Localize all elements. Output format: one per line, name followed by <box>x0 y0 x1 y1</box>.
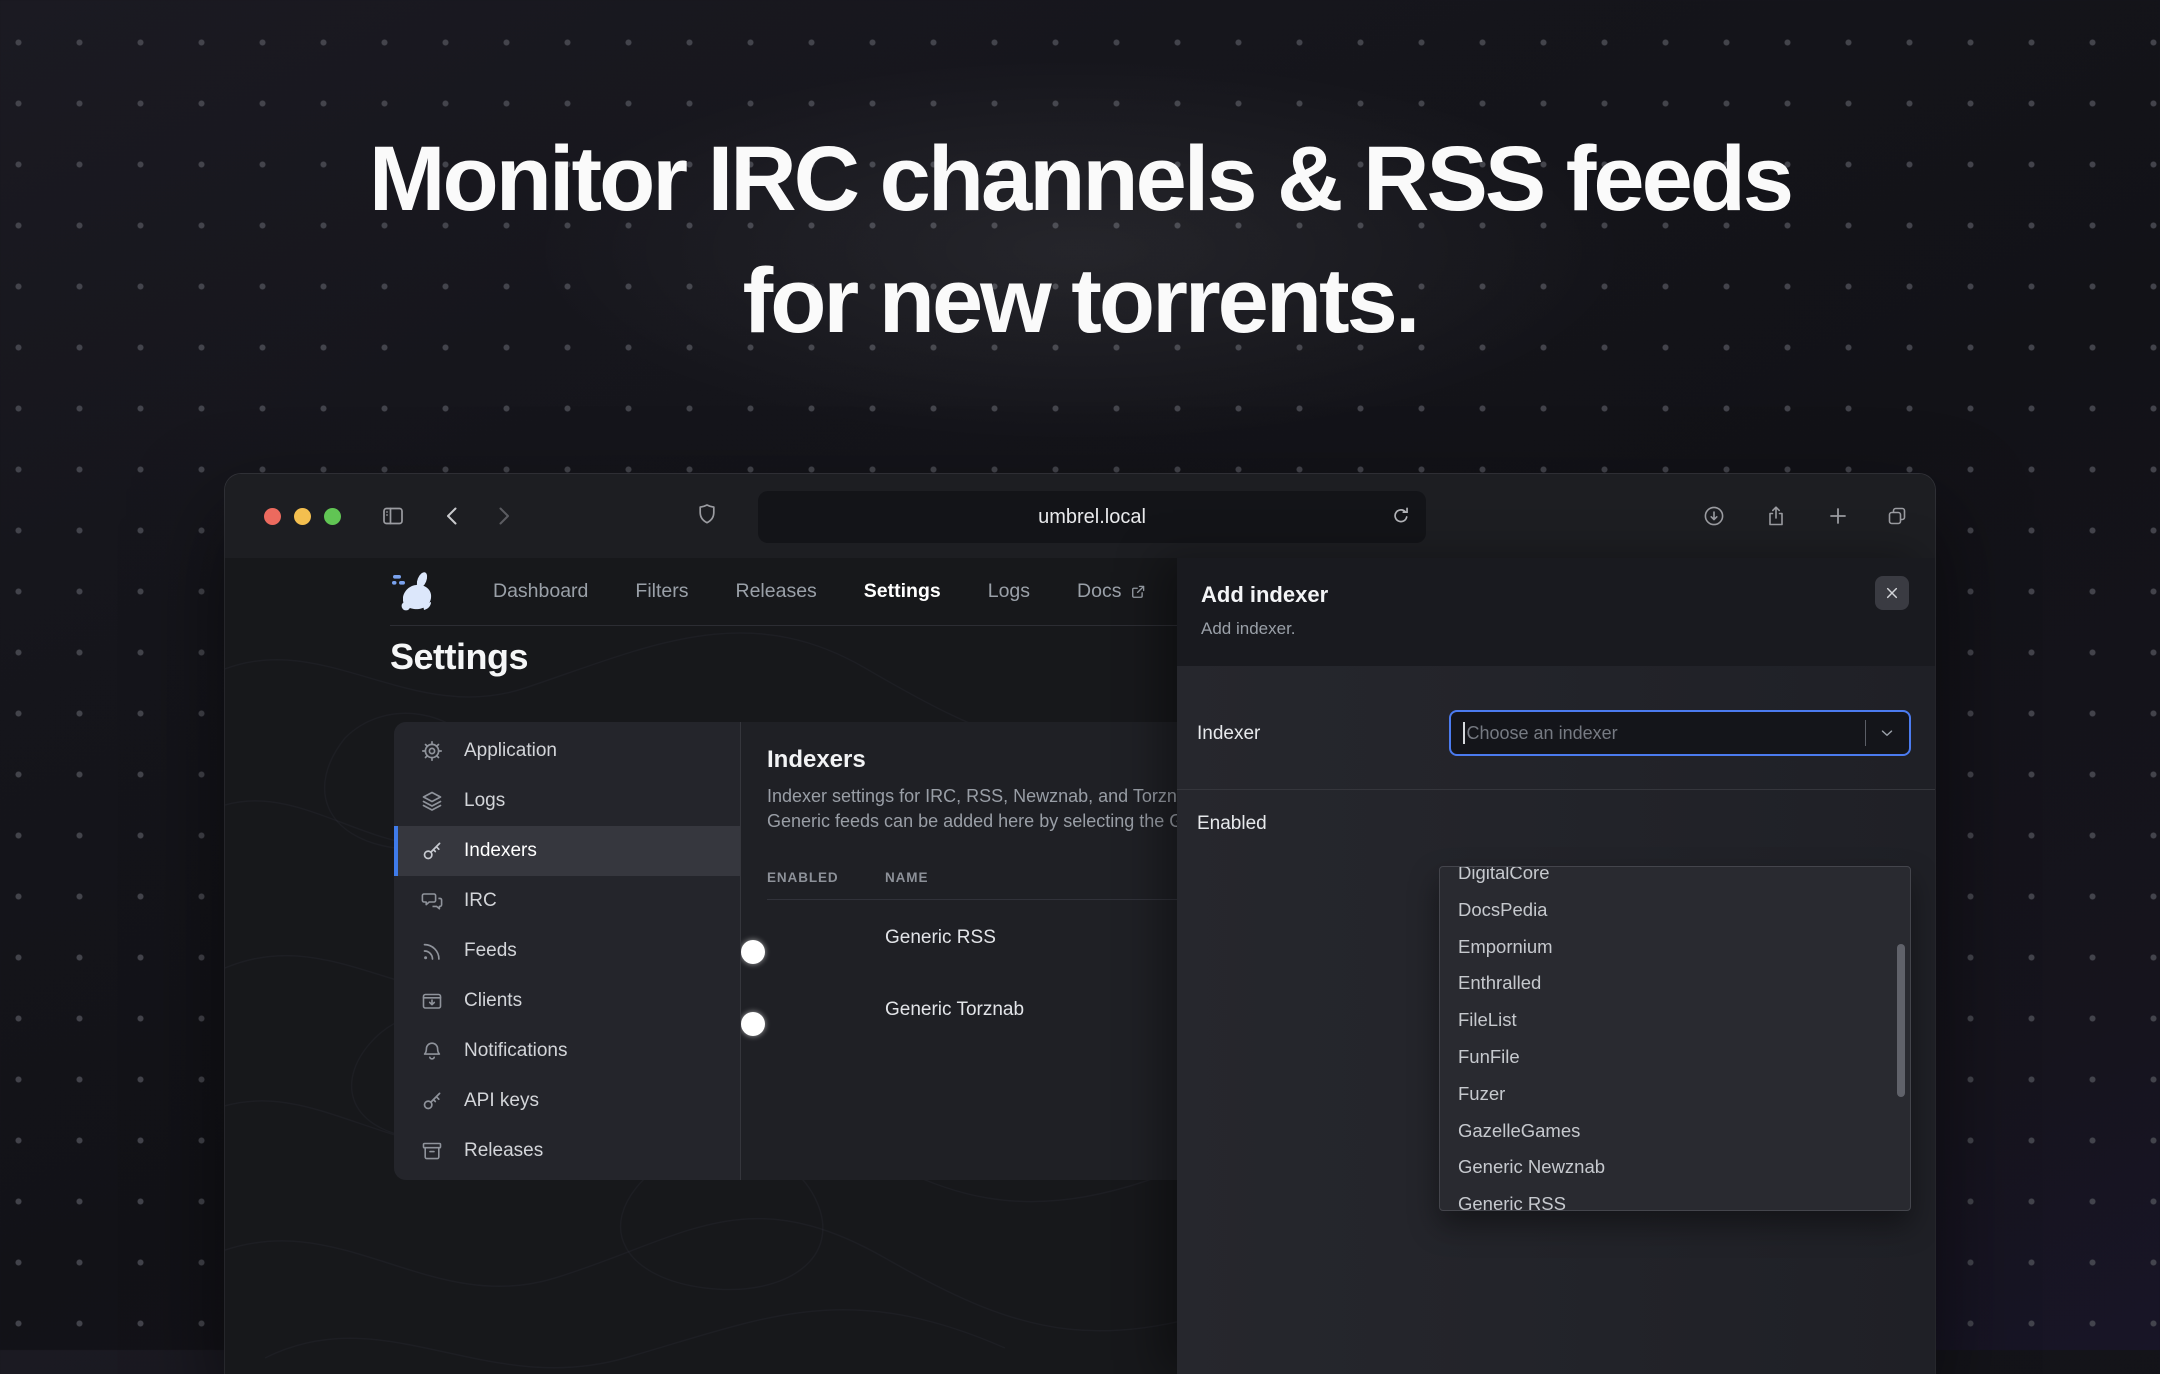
dropdown-option[interactable]: FunFile <box>1440 1039 1910 1076</box>
dropdown-option[interactable]: Enthralled <box>1440 965 1910 1002</box>
sidebar-label: Feeds <box>464 940 517 961</box>
dropdown-option[interactable]: Empornium <box>1440 929 1910 966</box>
rss-icon <box>423 943 440 960</box>
sidebar-label: Logs <box>464 790 506 811</box>
bell-icon <box>423 1042 441 1060</box>
add-indexer-modal: Add indexer Add indexer. Indexer Enable <box>1177 558 1935 1374</box>
indexer-name: Generic Torznab <box>885 998 1025 1020</box>
nav-docs-label: Docs <box>1077 580 1122 602</box>
text-caret <box>1463 722 1465 744</box>
archive-icon <box>422 1142 442 1160</box>
nav-dashboard[interactable]: Dashboard <box>493 580 588 603</box>
sidebar-item-notifications[interactable]: Notifications <box>394 1026 740 1076</box>
dropdown-option[interactable]: DigitalCore <box>1440 867 1910 892</box>
settings-sidebar: Application Logs Indexers IRC Feeds Clie… <box>394 722 740 1180</box>
chat-icon <box>421 893 443 910</box>
new-tab-icon[interactable] <box>1826 504 1850 528</box>
sidebar-toggle-icon[interactable] <box>381 504 405 528</box>
indexer-combobox[interactable] <box>1449 710 1911 756</box>
sidebar-item-irc[interactable]: IRC <box>394 876 740 926</box>
dropdown-option[interactable]: FileList <box>1440 1002 1910 1039</box>
close-window-button[interactable] <box>264 508 281 525</box>
toggle-knob <box>741 1011 765 1036</box>
browser-window: umbrel.local Dashboard Filters Releases … <box>225 474 1935 1374</box>
combobox-separator <box>1864 720 1866 746</box>
hero-title: Monitor IRC channels & RSS feeds for new… <box>0 118 2160 362</box>
indexer-dropdown: DigitalCore DocsPedia Empornium Enthrall… <box>1439 866 1911 1211</box>
col-name: NAME <box>885 870 929 885</box>
sidebar-item-clients[interactable]: Clients <box>394 976 740 1026</box>
sidebar-label: Clients <box>464 990 523 1011</box>
sidebar-label: Indexers <box>464 840 537 861</box>
gear-icon <box>421 740 443 762</box>
back-icon[interactable] <box>441 504 465 528</box>
sidebar-item-releases[interactable]: Releases <box>394 1126 740 1176</box>
nav-filters[interactable]: Filters <box>635 580 688 603</box>
sidebar-item-feeds[interactable]: Feeds <box>394 926 740 976</box>
hero-line-2: for new torrents. <box>742 250 1421 352</box>
indexer-input[interactable] <box>1466 722 1865 744</box>
hero-line-1: Monitor IRC channels & RSS feeds <box>368 128 1794 230</box>
modal-body: Indexer Enabled DigitalCore DocsPedia Em… <box>1177 666 1935 1374</box>
traffic-lights <box>264 508 341 525</box>
url-text: umbrel.local <box>1038 505 1146 528</box>
minimize-window-button[interactable] <box>294 508 311 525</box>
sidebar-item-indexers[interactable]: Indexers <box>394 826 740 876</box>
dropdown-option[interactable]: DocsPedia <box>1440 892 1910 929</box>
shield-icon[interactable] <box>695 502 719 526</box>
refresh-icon[interactable] <box>1390 505 1412 527</box>
download-icon[interactable] <box>1702 504 1726 528</box>
sidebar-item-api-keys[interactable]: API keys <box>394 1076 740 1126</box>
indexer-name: Generic RSS <box>885 926 996 948</box>
col-enabled: ENABLED <box>767 870 839 885</box>
stack-icon <box>422 791 442 811</box>
sidebar-label: Notifications <box>464 1040 568 1061</box>
modal-title: Add indexer <box>1201 582 1329 607</box>
nav-logs[interactable]: Logs <box>988 580 1030 603</box>
nav-settings[interactable]: Settings <box>864 580 941 603</box>
tab-overview-icon[interactable] <box>1885 504 1909 528</box>
nav-docs[interactable]: Docs <box>1077 580 1147 603</box>
indexer-field-label: Indexer <box>1197 723 1261 744</box>
sidebar-item-application[interactable]: Application <box>394 726 740 776</box>
address-bar[interactable]: umbrel.local <box>758 491 1426 543</box>
dropdown-scrollbar[interactable] <box>1897 944 1905 1097</box>
toggle-knob <box>741 939 765 964</box>
key-icon <box>423 842 441 860</box>
sidebar-item-logs[interactable]: Logs <box>394 776 740 826</box>
share-icon[interactable] <box>1764 504 1788 528</box>
sidebar-label: API keys <box>464 1090 539 1111</box>
external-link-icon <box>1132 585 1145 598</box>
close-icon <box>1886 587 1898 599</box>
browser-toolbar: umbrel.local <box>225 474 1935 558</box>
dropdown-option[interactable]: GazelleGames <box>1440 1113 1910 1150</box>
dropdown-list: DigitalCore DocsPedia Empornium Enthrall… <box>1440 867 1910 1210</box>
nav-releases[interactable]: Releases <box>736 580 817 603</box>
app-content: Dashboard Filters Releases Settings Logs… <box>225 558 1935 1374</box>
dropdown-option[interactable]: Fuzer <box>1440 1076 1910 1113</box>
sidebar-label: Releases <box>464 1140 544 1161</box>
enabled-field-label: Enabled <box>1197 813 1267 834</box>
dropdown-option[interactable]: Generic RSS <box>1440 1186 1910 1210</box>
zoom-window-button[interactable] <box>324 508 341 525</box>
modal-header: Add indexer Add indexer. <box>1177 558 1935 666</box>
modal-subtitle: Add indexer. <box>1201 619 1296 638</box>
sidebar-label: IRC <box>464 890 497 911</box>
dropdown-option[interactable]: Generic Newznab <box>1440 1149 1910 1186</box>
forward-icon[interactable] <box>491 504 515 528</box>
download-box-icon <box>422 993 442 1009</box>
sidebar-label: Application <box>464 740 557 761</box>
key-icon <box>423 1092 441 1110</box>
autobrr-rabbit-logo <box>392 571 432 610</box>
indexer-field-row: Indexer <box>1177 666 1935 790</box>
close-button[interactable] <box>1875 576 1909 610</box>
page-title: Settings <box>390 636 529 677</box>
chevron-down-icon[interactable] <box>1878 724 1896 742</box>
